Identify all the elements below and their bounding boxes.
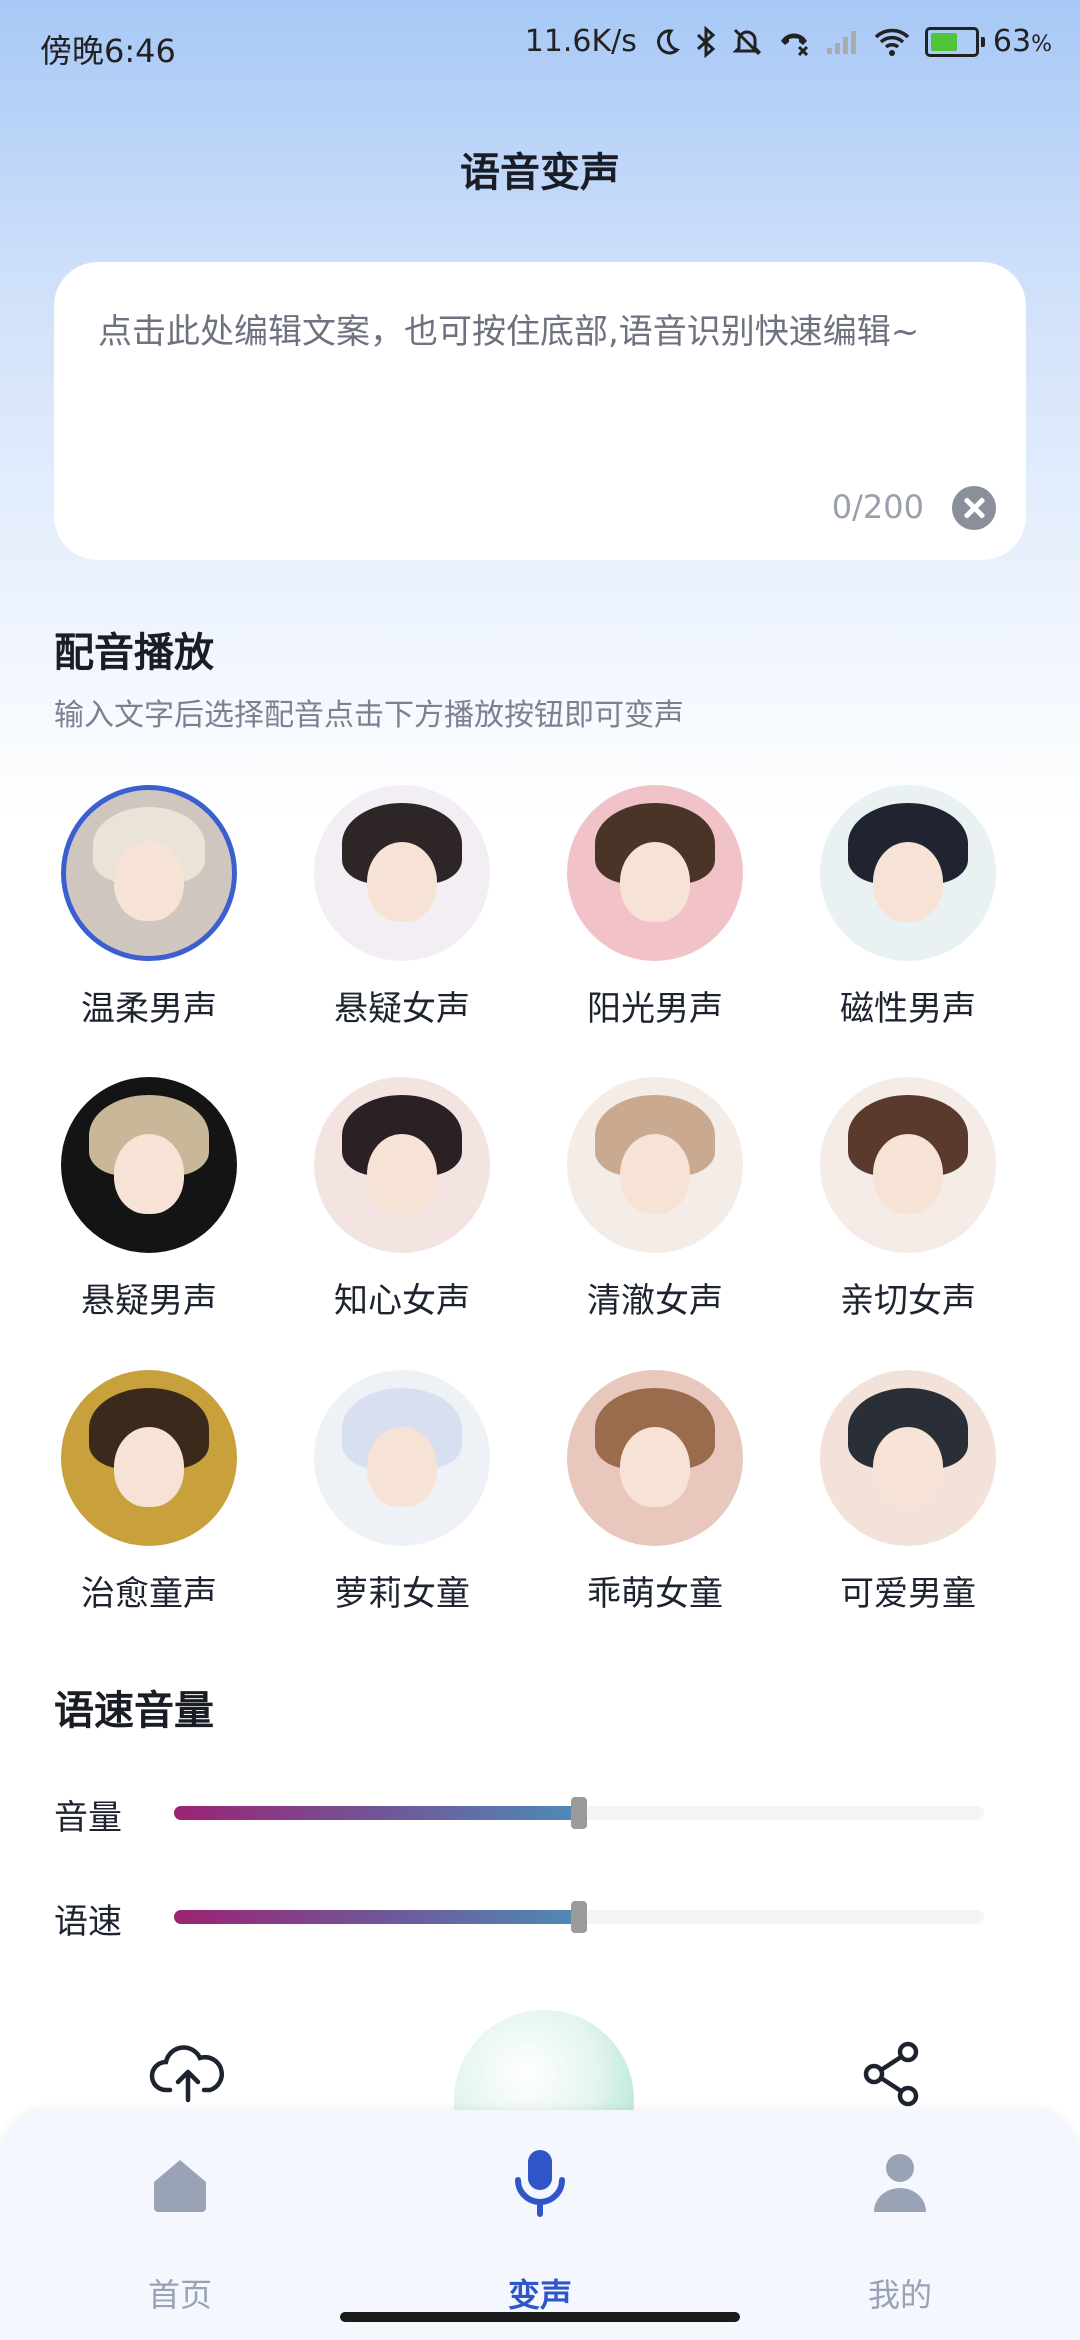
avatar-face (114, 841, 184, 922)
speed-label: 语速 (54, 1902, 122, 1942)
tab-home-label: 首页 (147, 2276, 212, 2314)
avatar-face (620, 1133, 690, 1214)
battery-unit: % (1031, 32, 1052, 57)
bell-muted-icon (732, 28, 762, 55)
voice-avatar[interactable] (61, 1077, 237, 1253)
tab-voice-change-label: 变声 (507, 2276, 572, 2314)
volume-slider-thumb[interactable] (571, 1797, 587, 1829)
voice-option[interactable]: 悬疑男声 (44, 1077, 254, 1322)
status-icons: 11.6K/s 63% (525, 24, 1052, 59)
voice-label: 可爱男童 (840, 1574, 976, 1614)
speed-slider-row: 语速 (54, 1886, 1014, 1946)
wifi-icon (874, 28, 910, 56)
voice-option[interactable]: 知心女声 (297, 1077, 507, 1322)
voice-label: 悬疑男声 (81, 1281, 217, 1321)
volume-slider[interactable] (174, 1797, 984, 1829)
voice-label: 清澈女声 (587, 1281, 723, 1321)
voice-avatar[interactable] (820, 1077, 996, 1253)
speed-slider-thumb[interactable] (571, 1901, 587, 1933)
tab-home[interactable]: 首页 (80, 2130, 280, 2330)
voice-option[interactable]: 悬疑女声 (297, 785, 507, 1030)
share-icon[interactable] (852, 2034, 932, 2114)
voice-option[interactable]: 温柔男声 (44, 785, 254, 1030)
voice-avatar[interactable] (314, 1370, 490, 1546)
voice-option[interactable]: 亲切女声 (803, 1077, 1013, 1322)
voice-label: 治愈童声 (81, 1574, 217, 1614)
voice-avatar[interactable] (820, 785, 996, 961)
avatar-face (873, 841, 943, 922)
person-icon (874, 2154, 926, 2212)
status-bar: 傍晚6:46 11.6K/s 63% (0, 0, 1080, 96)
voice-avatar[interactable] (61, 1370, 237, 1546)
bluetooth-icon (696, 25, 716, 58)
clear-text-icon[interactable] (952, 486, 996, 530)
dubbing-section-title: 配音播放 (54, 630, 214, 676)
battery-charging-icon: 63% (924, 24, 1052, 59)
avatar-face (873, 1133, 943, 1214)
voice-option[interactable]: 乖萌女童 (550, 1370, 760, 1615)
microphone-icon (515, 2150, 565, 2217)
avatar-face (873, 1426, 943, 1507)
avatar-face (367, 841, 437, 922)
page-title: 语音变声 (460, 150, 620, 196)
avatar-face (114, 1426, 184, 1507)
network-speed: 11.6K/s (524, 24, 637, 59)
status-time: 傍晚6:46 (40, 32, 176, 70)
home-icon (154, 2160, 206, 2212)
voice-label: 亲切女声 (840, 1281, 976, 1321)
voice-avatar[interactable] (314, 785, 490, 961)
avatar-face (620, 841, 690, 922)
volume-label: 音量 (54, 1798, 122, 1838)
tab-voice-change[interactable]: 变声 (440, 2130, 640, 2330)
battery-level-fill (930, 32, 958, 51)
avatar-face (367, 1426, 437, 1507)
character-counter: 0/200 (831, 488, 924, 526)
signal-icon (826, 30, 856, 54)
voice-avatar[interactable] (567, 1077, 743, 1253)
voice-label: 萝莉女童 (334, 1574, 470, 1614)
avatar-face (620, 1426, 690, 1507)
voice-label: 磁性男声 (840, 989, 976, 1029)
speed-slider-fill (174, 1910, 579, 1924)
speed-slider[interactable] (174, 1901, 984, 1933)
voice-option[interactable]: 清澈女声 (550, 1077, 760, 1322)
cloud-upload-icon[interactable] (148, 2034, 228, 2114)
voice-label: 悬疑女声 (334, 989, 470, 1029)
voice-label: 阳光男声 (587, 989, 723, 1029)
avatar-face (114, 1133, 184, 1214)
tab-me[interactable]: 我的 (800, 2130, 1000, 2330)
voice-label: 温柔男声 (81, 989, 217, 1029)
voice-option[interactable]: 可爱男童 (803, 1370, 1013, 1615)
avatar-face (367, 1133, 437, 1214)
dubbing-section-subtitle: 输入文字后选择配音点击下方播放按钮即可变声 (54, 698, 684, 733)
battery-percent: 63 (992, 24, 1032, 59)
home-indicator (340, 2312, 740, 2322)
volume-slider-fill (174, 1806, 579, 1820)
voice-avatar[interactable] (567, 785, 743, 961)
voice-avatar[interactable] (314, 1077, 490, 1253)
voice-option[interactable]: 阳光男声 (550, 785, 760, 1030)
speed-volume-title: 语速音量 (54, 1688, 214, 1734)
bottom-tab-bar: 首页 变声 我的 (0, 2110, 1080, 2340)
voice-label: 知心女声 (334, 1281, 470, 1321)
editor-placeholder[interactable]: 点击此处编辑文案，也可按住底部,语音识别快速编辑~ (98, 306, 988, 358)
voice-avatar[interactable] (820, 1370, 996, 1546)
moon-icon (656, 28, 680, 54)
text-editor[interactable]: 点击此处编辑文案，也可按住底部,语音识别快速编辑~ 0/200 (54, 262, 1026, 560)
voice-label: 乖萌女童 (587, 1574, 723, 1614)
voice-option[interactable]: 磁性男声 (803, 785, 1013, 1030)
voice-avatar[interactable] (567, 1370, 743, 1546)
call-icon (780, 33, 808, 56)
voice-avatar[interactable] (61, 785, 237, 961)
voice-option[interactable]: 治愈童声 (44, 1370, 254, 1615)
tab-me-label: 我的 (867, 2276, 932, 2314)
voice-option[interactable]: 萝莉女童 (297, 1370, 507, 1615)
volume-slider-row: 音量 (54, 1782, 1014, 1842)
